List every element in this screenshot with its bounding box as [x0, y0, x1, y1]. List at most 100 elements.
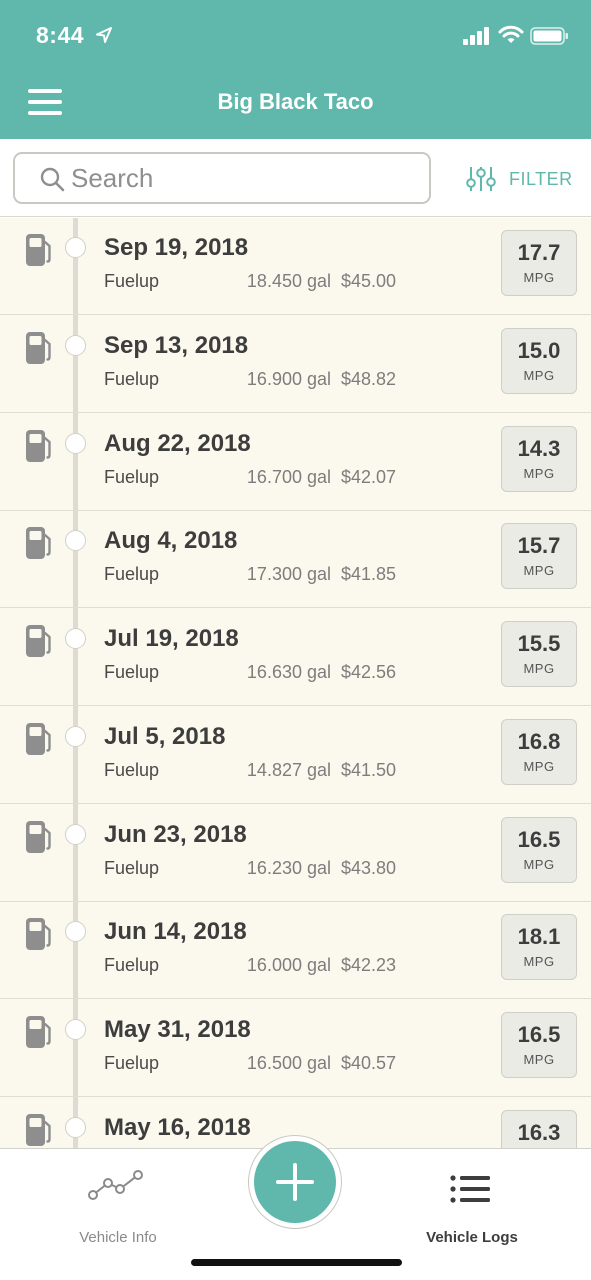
app-header: 8:44 Big Black Taco: [0, 0, 591, 139]
entry-cost: $40.57: [341, 1053, 397, 1073]
mpg-value: 15.0: [517, 337, 561, 363]
search-box[interactable]: [13, 152, 431, 204]
entry-date: May 16, 2018: [104, 1113, 251, 1141]
tab-vehicle-info[interactable]: Vehicle Info: [58, 1167, 178, 1246]
mpg-value: 16.5: [517, 826, 561, 852]
wifi-icon: [498, 25, 524, 43]
entry-type: Fuelup: [104, 466, 160, 487]
entry-gallons: 16.630 gal: [246, 662, 331, 682]
entry-date: May 31, 2018: [104, 1016, 251, 1043]
mpg-value: 16.5: [517, 1022, 561, 1047]
mpg-badge: 18.1 MPG: [501, 914, 577, 981]
entry-type: Fuelup: [104, 759, 160, 780]
log-entry-row[interactable]: Sep 13, 2018 Fuelup 16.900 gal $48.82 15.0 MP…: [0, 316, 591, 413]
filter-button[interactable]: FILTER: [466, 164, 573, 194]
tab-vehicle-info-label: Vehicle Info: [79, 1229, 157, 1246]
timeline-dot: [65, 1116, 86, 1138]
entry-type: Fuelup: [104, 1053, 160, 1073]
entry-type: Fuelup: [104, 368, 160, 389]
entry-cost: $42.23: [341, 955, 397, 976]
entry-gallons: 16.000 gal: [246, 955, 331, 976]
fuel-pump-icon: [26, 1113, 51, 1146]
fuel-pump-icon: [26, 331, 51, 364]
timeline-dot: [65, 823, 86, 845]
add-button-circle: [254, 1141, 336, 1223]
timeline-dot: [65, 237, 86, 258]
mpg-badge: 14.3 MPG: [501, 425, 577, 492]
log-entry-row[interactable]: Jun 23, 2018 Fuelup 16.230 gal $43.80 16.5 MP…: [0, 805, 591, 902]
home-indicator: [191, 1259, 402, 1266]
mpg-unit: MPG: [523, 367, 555, 383]
mpg-badge: 16.5 MPG: [501, 1012, 577, 1078]
mpg-unit: MPG: [523, 661, 555, 676]
timeline-dot: [65, 628, 86, 649]
sliders-icon: [466, 167, 496, 191]
mpg-unit: MPG: [523, 563, 555, 579]
mpg-badge: 15.7 MPG: [501, 523, 577, 590]
mpg-value: 15.5: [517, 631, 561, 656]
entry-gallons: 18.450 gal: [246, 271, 331, 291]
entry-cost: $42.07: [341, 466, 397, 487]
filter-label: FILTER: [509, 168, 573, 189]
mpg-badge: 17.7 MPG: [501, 230, 577, 296]
fuel-pump-icon: [26, 625, 51, 657]
log-entry-row[interactable]: Jun 14, 2018 Fuelup 16.000 gal $42.23 18.1 MP…: [0, 902, 591, 1000]
entry-cost: $41.85: [341, 564, 397, 585]
entry-type: Fuelup: [104, 955, 160, 976]
mpg-badge: 15.0 MPG: [501, 327, 577, 394]
mpg-badge: 16.8 MPG: [501, 718, 577, 785]
fuel-pump-icon: [26, 918, 51, 951]
log-entry-row[interactable]: Jul 5, 2018 Fuelup 14.827 gal $41.50 16.8 MPG: [0, 707, 591, 804]
page-title: Big Black Taco: [217, 89, 374, 114]
tab-vehicle-logs[interactable]: Vehicle Logs: [412, 1167, 532, 1246]
entry-cost: $42.56: [341, 662, 397, 682]
mpg-unit: MPG: [523, 270, 555, 285]
entry-type: Fuelup: [104, 662, 160, 682]
mpg-badge: 16.3: [501, 1109, 577, 1148]
entry-date: Aug 22, 2018: [104, 429, 251, 457]
log-entry-row[interactable]: Aug 4, 2018 Fuelup 17.300 gal $41.85 15.7 MPG: [0, 511, 591, 609]
add-entry-button[interactable]: [248, 1135, 342, 1229]
entry-date: Sep 13, 2018: [104, 331, 249, 359]
entry-type: Fuelup: [104, 857, 160, 878]
entry-cost: $48.82: [341, 368, 397, 389]
vehicle-log-list[interactable]: Sep 19, 2018 Fuelup 18.450 gal $45.00 17.7 MP…: [0, 218, 591, 1148]
entry-cost: $43.80: [341, 857, 397, 878]
status-time: 8:44: [36, 22, 85, 48]
entry-cost: $45.00: [341, 271, 397, 291]
entry-gallons: 16.900 gal: [246, 368, 331, 389]
timeline-dot: [65, 530, 86, 552]
mpg-value: 14.3: [517, 435, 561, 461]
mpg-unit: MPG: [523, 758, 555, 774]
mpg-value: 15.7: [517, 533, 561, 559]
entry-gallons: 14.827 gal: [246, 759, 331, 780]
timeline-dot: [65, 432, 86, 454]
fuel-pump-icon: [26, 429, 51, 462]
entry-type: Fuelup: [104, 564, 160, 585]
fuel-pump-icon: [26, 820, 51, 853]
log-entry-row[interactable]: Jul 19, 2018 Fuelup 16.630 gal $42.56 15.5 MP…: [0, 609, 591, 706]
fuel-pump-icon: [26, 234, 51, 266]
entry-gallons: 17.300 gal: [246, 564, 331, 585]
entry-gallons: 16.500 gal: [246, 1053, 331, 1073]
list-icon: [450, 1175, 490, 1203]
timeline-dot: [65, 1019, 86, 1040]
mpg-value: 16.3: [517, 1119, 561, 1145]
search-input[interactable]: [71, 161, 416, 195]
log-entry-row[interactable]: Aug 22, 2018 Fuelup 16.700 gal $42.07 14.3 MP…: [0, 414, 591, 511]
mpg-unit: MPG: [523, 465, 555, 481]
timeline-dot: [65, 921, 86, 943]
line-chart-icon: [88, 1170, 143, 1200]
plus-icon: [276, 1163, 314, 1201]
fuel-pump-icon: [26, 1016, 51, 1048]
fuel-pump-icon: [26, 722, 51, 755]
entry-type: Fuelup: [104, 271, 160, 291]
log-entry-row[interactable]: Sep 19, 2018 Fuelup 18.450 gal $45.00 17.7 MP…: [0, 218, 591, 315]
mpg-badge: 16.5 MPG: [501, 816, 577, 883]
log-entry-row[interactable]: May 31, 2018 Fuelup 16.500 gal $40.57 16.5 MP…: [0, 1000, 591, 1097]
entry-date: Jun 14, 2018: [104, 918, 247, 946]
entry-gallons: 16.700 gal: [246, 466, 331, 487]
cellular-signal-icon: [463, 27, 489, 45]
mpg-unit: MPG: [523, 1052, 555, 1067]
entry-date: Jul 5, 2018: [104, 722, 226, 750]
